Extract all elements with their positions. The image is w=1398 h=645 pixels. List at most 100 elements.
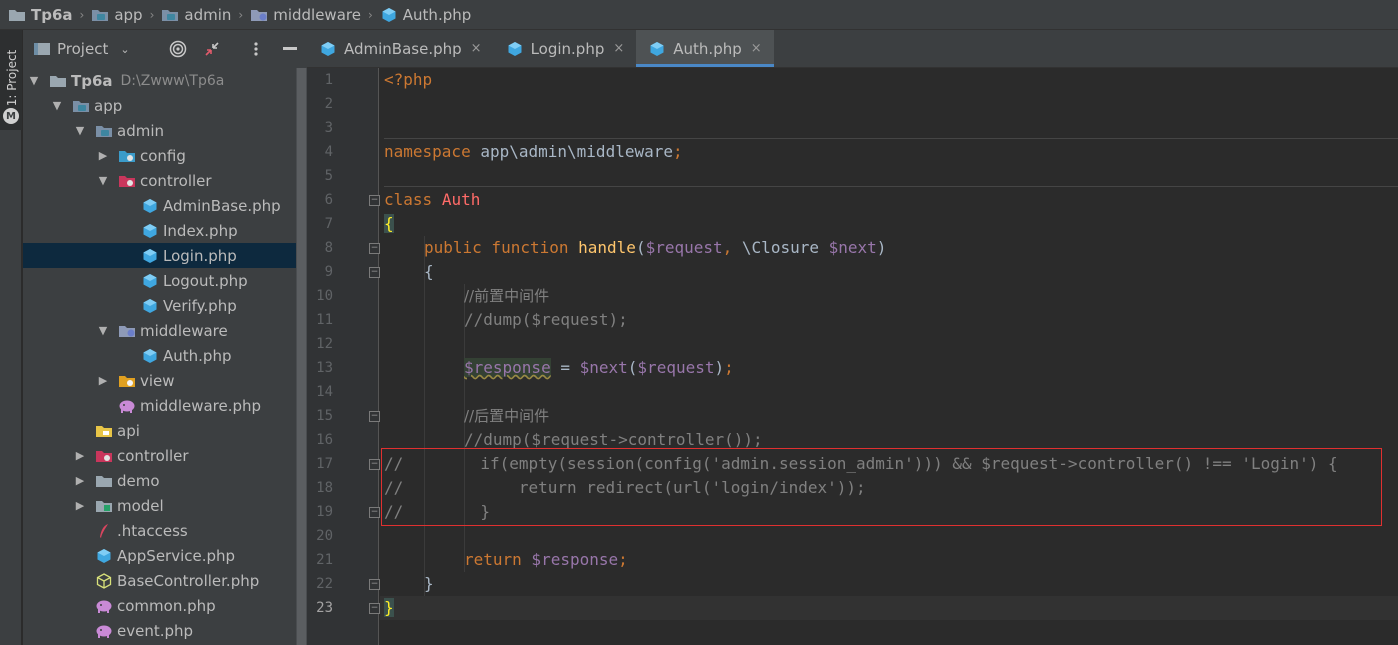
tree-item[interactable]: common.php xyxy=(23,593,307,618)
tree-item[interactable]: Login.php xyxy=(23,243,307,268)
tree-item[interactable]: ▶ view xyxy=(23,368,307,393)
paren: ) xyxy=(876,238,887,257)
tree-item[interactable]: api xyxy=(23,418,307,443)
collapsed-arrow-icon[interactable]: ▶ xyxy=(73,449,87,462)
collapsed-arrow-icon[interactable]: ▶ xyxy=(73,474,87,487)
tree-item-label: controller xyxy=(117,446,189,465)
tree-item[interactable]: BaseController.php xyxy=(23,568,307,593)
indent-guide xyxy=(424,236,425,596)
tab-label: AdminBase.php xyxy=(344,39,462,58)
line-number: 20 xyxy=(316,528,333,544)
project-tool-button[interactable]: 1: Project M xyxy=(0,30,22,130)
project-view-selector[interactable]: Project ⌄ xyxy=(33,40,130,58)
fold-marker-icon[interactable]: − xyxy=(369,603,380,614)
php-file-icon xyxy=(141,348,159,364)
tree-item[interactable]: Index.php xyxy=(23,218,307,243)
tree-item-label: event.php xyxy=(117,621,194,640)
tree-item[interactable]: event.php xyxy=(23,618,307,643)
fold-marker-icon[interactable]: − xyxy=(369,411,380,422)
close-icon[interactable]: × xyxy=(613,41,624,56)
tree-item[interactable]: ▶ config xyxy=(23,143,307,168)
tree-item[interactable]: ▶ demo xyxy=(23,468,307,493)
breadcrumb-label: Auth.php xyxy=(402,5,472,24)
expanded-arrow-icon[interactable]: ▼ xyxy=(96,174,110,187)
breadcrumb-item-tp6a[interactable]: Tp6a xyxy=(8,6,73,24)
tree-item[interactable]: middleware.php xyxy=(23,393,307,418)
code-editor[interactable]: <?php namespace app\admin\middleware; cl… xyxy=(380,68,1398,645)
fold-marker-icon[interactable]: − xyxy=(369,459,380,470)
tree-item[interactable]: Auth.php xyxy=(23,343,307,368)
method-name: handle xyxy=(578,238,636,257)
fold-marker-icon[interactable]: − xyxy=(369,243,380,254)
collapse-all-icon[interactable] xyxy=(202,39,222,59)
namespace-keyword: namespace xyxy=(384,142,471,161)
tree-item[interactable]: .htaccess xyxy=(23,518,307,543)
tree-item[interactable]: ▶ model xyxy=(23,493,307,518)
tree-item[interactable]: AdminBase.php xyxy=(23,193,307,218)
tree-item[interactable]: ▼ admin xyxy=(23,118,307,143)
tree-item-label: Logout.php xyxy=(163,271,248,290)
line-number: 15 xyxy=(316,408,333,424)
fold-marker-icon[interactable]: − xyxy=(369,579,380,590)
fold-marker-icon[interactable]: − xyxy=(369,195,380,206)
tree-item-label: config xyxy=(140,146,186,165)
chevron-right-icon: › xyxy=(238,7,244,22)
breadcrumb-item-app[interactable]: app xyxy=(91,6,143,24)
fold-marker-icon[interactable]: − xyxy=(369,507,380,518)
elephant-icon xyxy=(95,623,113,639)
collapsed-arrow-icon[interactable]: ▶ xyxy=(96,374,110,387)
php-file-icon xyxy=(506,41,524,57)
variable: $request xyxy=(645,238,723,257)
breadcrumb-item-middleware[interactable]: middleware xyxy=(250,6,361,24)
close-icon[interactable]: × xyxy=(751,41,762,56)
expanded-arrow-icon[interactable]: ▼ xyxy=(50,99,64,112)
tree-item[interactable]: ▼ Tp6a D:\Zwww\Tp6a xyxy=(23,68,307,93)
chevron-down-icon: ⌄ xyxy=(120,42,130,56)
editor-tab-login-php[interactable]: Login.php × xyxy=(494,30,637,67)
hide-panel-icon[interactable] xyxy=(280,39,300,59)
tree-item[interactable]: ▶ controller xyxy=(23,443,307,468)
feather-icon xyxy=(95,523,113,539)
config-folder-icon xyxy=(118,148,136,164)
tree-item-label: Verify.php xyxy=(163,296,237,315)
locate-target-icon[interactable] xyxy=(168,39,188,59)
tree-item-label: admin xyxy=(117,121,164,140)
tree-item[interactable]: ▼ controller xyxy=(23,168,307,193)
editor-tab-adminbase-php[interactable]: AdminBase.php × xyxy=(307,30,494,67)
tree-item-label: Tp6a xyxy=(71,71,113,90)
collapsed-arrow-icon[interactable]: ▶ xyxy=(73,499,87,512)
line-number: 21 xyxy=(316,552,333,568)
annotation-highlight-box xyxy=(381,448,1382,526)
code-line-23: } xyxy=(384,596,394,620)
line-number: 12 xyxy=(316,336,333,352)
breadcrumb-item-admin[interactable]: admin xyxy=(161,6,231,24)
type-hint: \Closure xyxy=(732,238,829,257)
more-options-icon[interactable] xyxy=(246,39,266,59)
breadcrumb-label: admin xyxy=(184,5,232,24)
tree-item-label: api xyxy=(117,421,140,440)
tree-item-label: model xyxy=(117,496,164,515)
editor-tabs: AdminBase.php × Login.php × Auth.php × xyxy=(307,30,1398,68)
comment: //dump($request->controller()); xyxy=(464,430,763,449)
editor-tab-auth-php[interactable]: Auth.php × xyxy=(636,30,775,67)
view-folder-icon xyxy=(118,373,136,389)
line-number: 13 xyxy=(316,360,333,376)
tree-scrollbar-thumb[interactable] xyxy=(297,68,306,645)
tree-item[interactable]: Logout.php xyxy=(23,268,307,293)
code-line-1: <?php xyxy=(384,68,432,92)
operator: = xyxy=(550,358,580,377)
php-file-icon xyxy=(95,548,113,564)
tree-item-label: BaseController.php xyxy=(117,571,260,590)
breadcrumb-item-auth-php[interactable]: Auth.php xyxy=(380,6,471,24)
return-keyword: return xyxy=(464,550,522,569)
collapsed-arrow-icon[interactable]: ▶ xyxy=(96,149,110,162)
tree-item[interactable]: AppService.php xyxy=(23,543,307,568)
expanded-arrow-icon[interactable]: ▼ xyxy=(73,124,87,137)
expanded-arrow-icon[interactable]: ▼ xyxy=(96,324,110,337)
expanded-arrow-icon[interactable]: ▼ xyxy=(27,74,41,87)
tree-item[interactable]: ▼ middleware xyxy=(23,318,307,343)
close-icon[interactable]: × xyxy=(471,41,482,56)
tree-item[interactable]: ▼ app xyxy=(23,93,307,118)
fold-marker-icon[interactable]: − xyxy=(369,267,380,278)
tree-item[interactable]: Verify.php xyxy=(23,293,307,318)
